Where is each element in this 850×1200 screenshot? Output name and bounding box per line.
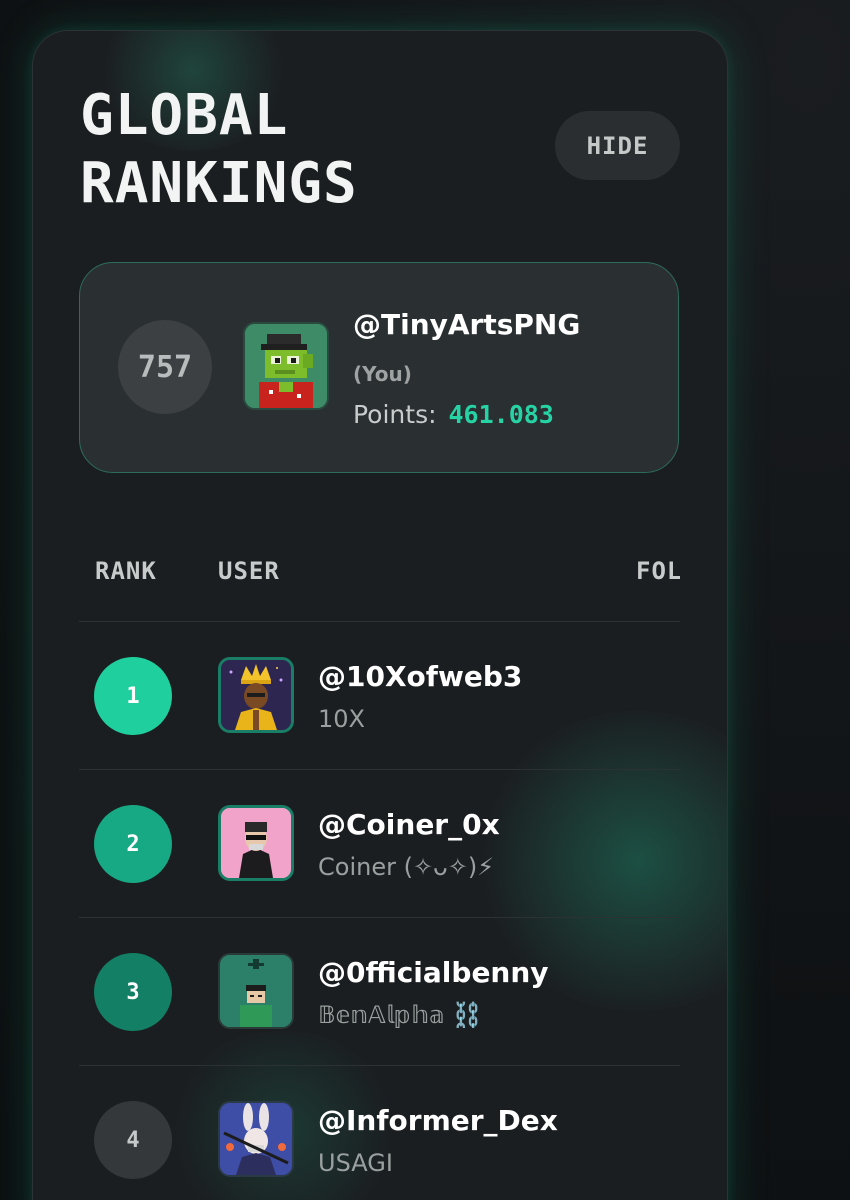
row-2-display-name: Coiner (✧ᴗ✧)⚡ [318,853,495,881]
rabbit-warrior-avatar-icon[interactable] [218,1101,294,1177]
row-4-handle[interactable]: @Informer_Dex [318,1102,558,1140]
row-2-rank-badge: 2 [94,805,172,883]
points-value: 461.083 [448,400,554,429]
row-1-handle[interactable]: @10Xofweb3 [318,658,522,696]
points-label: Points: [353,400,437,429]
stage: GLOBAL RANKINGS HIDE 757 @TinyArtsPNG (Y… [0,0,850,1200]
current-user-you-tag: (You) [353,362,412,386]
current-user-points: Points: 461.083 [353,398,554,432]
hide-button[interactable]: HIDE [555,111,680,180]
row-3-handle[interactable]: @0fficialbenny [318,954,549,992]
pixel-frog-avatar-icon[interactable] [243,322,329,410]
table-divider [79,1065,680,1066]
crowned-king-avatar-icon[interactable] [218,657,294,733]
current-user-rank-badge: 757 [118,320,212,414]
row-3-display-name: 𝔹𝕖𝕟𝔸𝕝𝕡𝕙𝕒 ⛓️ [318,1001,483,1029]
masked-hoodie-avatar-icon[interactable] [218,805,294,881]
column-header-user[interactable]: USER [218,555,280,587]
row-4-rank-badge: 4 [94,1101,172,1179]
row-1-rank-badge: 1 [94,657,172,735]
row-2-handle[interactable]: @Coiner_0x [318,806,500,844]
page-title: GLOBAL RANKINGS [80,82,460,218]
table-divider [79,769,680,770]
row-1-display-name: 10X [318,705,365,733]
rabbit-warrior-avatar-graphic [220,1103,292,1175]
column-header-rank[interactable]: RANK [95,555,157,587]
page-title-line-2: RANKINGS [80,151,358,216]
pixel-frog-avatar-graphic [245,324,327,408]
current-user-handle[interactable]: @TinyArtsPNG [353,306,580,344]
table-divider [79,621,680,622]
table-divider [79,917,680,918]
masked-hoodie-avatar-graphic [221,808,291,878]
column-header-followers[interactable]: FOLLOWERS [636,555,680,587]
crowned-king-avatar-graphic [221,660,291,730]
green-pixel-avatar-graphic [220,955,292,1027]
page-title-line-1: GLOBAL [80,83,289,148]
row-4-display-name: USAGI [318,1149,393,1177]
row-3-rank-badge: 3 [94,953,172,1031]
green-pixel-avatar-icon[interactable] [218,953,294,1029]
